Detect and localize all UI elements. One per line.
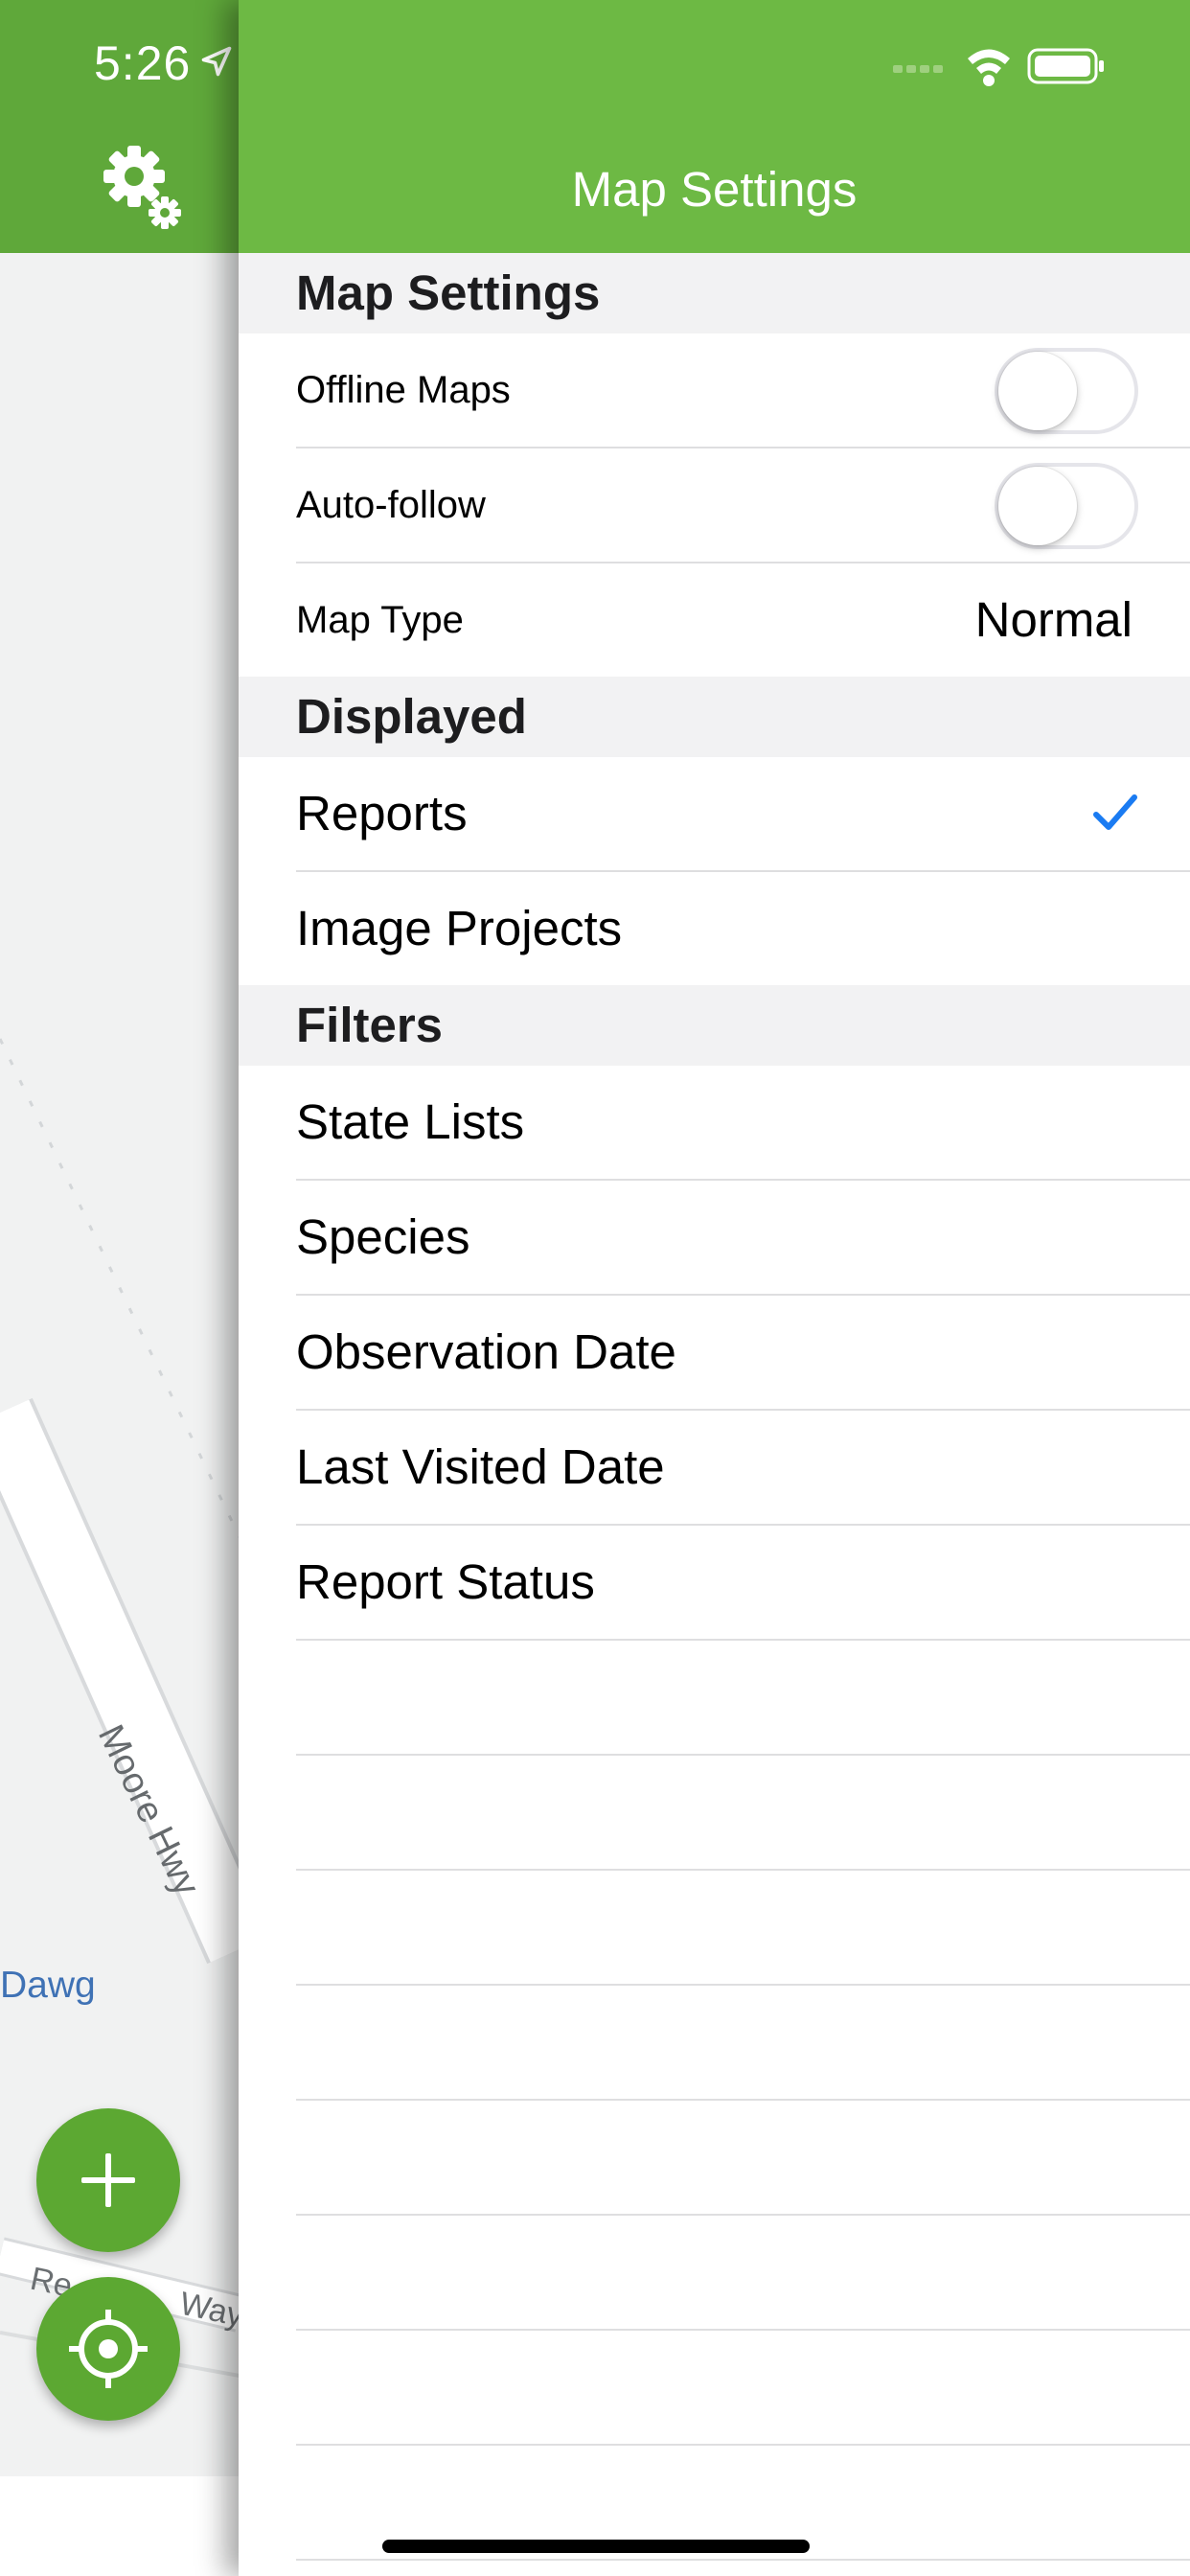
status-time: 5:26: [94, 36, 192, 90]
row-state-lists[interactable]: State Lists: [296, 1066, 1190, 1181]
row-label: Reports: [296, 786, 468, 840]
section-header-filters: Filters: [239, 985, 1190, 1066]
section-title: Displayed: [296, 689, 527, 744]
row-label: Map Type: [296, 599, 464, 641]
row-label: Image Projects: [296, 901, 623, 955]
settings-drawer: Map Settings Map Settings Offline Maps A…: [239, 0, 1190, 2576]
row-observation-date[interactable]: Observation Date: [296, 1296, 1190, 1411]
map-place-label: Dawg: [0, 1965, 96, 2006]
section-title: Map Settings: [296, 265, 601, 320]
row-offline-maps: Offline Maps: [296, 334, 1190, 448]
section-title: Filters: [296, 998, 444, 1052]
location-arrow-icon: [201, 46, 232, 77]
row-label: Observation Date: [296, 1324, 676, 1379]
row-label: Offline Maps: [296, 369, 511, 411]
battery-icon: [1027, 48, 1104, 84]
checkmark-icon: [1093, 794, 1137, 830]
map-type-value: Normal: [974, 592, 1133, 647]
row-map-type[interactable]: Map Type Normal: [296, 564, 1190, 677]
home-indicator[interactable]: [382, 2540, 810, 2553]
settings-button[interactable]: [100, 142, 186, 234]
row-species[interactable]: Species: [296, 1181, 1190, 1296]
map-footer: [0, 2476, 240, 2576]
add-report-button[interactable]: [36, 2108, 180, 2252]
plus-icon: [81, 2153, 135, 2207]
section-header-map-settings: Map Settings: [239, 253, 1190, 334]
drawer-header: Map Settings: [239, 0, 1190, 253]
row-label: Auto-follow: [296, 484, 486, 526]
signal-icon: [893, 65, 943, 73]
empty-row: [296, 1986, 1190, 2101]
section-header-displayed: Displayed: [239, 677, 1190, 757]
page-title: Map Settings: [571, 162, 858, 217]
row-label: Species: [296, 1209, 470, 1264]
empty-row: [296, 1641, 1190, 1756]
row-label: Last Visited Date: [296, 1439, 665, 1494]
gear-icon: [103, 146, 181, 229]
row-image-projects[interactable]: Image Projects: [296, 872, 1190, 985]
crosshair-icon: [69, 2310, 148, 2388]
toggle-knob: [998, 467, 1077, 545]
row-reports[interactable]: Reports: [296, 757, 1190, 872]
empty-row: [296, 2101, 1190, 2216]
row-auto-follow: Auto-follow: [296, 448, 1190, 564]
row-label: Report Status: [296, 1554, 595, 1609]
row-last-visited-date[interactable]: Last Visited Date: [296, 1411, 1190, 1526]
auto-follow-toggle[interactable]: [995, 463, 1138, 549]
row-label: State Lists: [296, 1094, 525, 1149]
offline-maps-toggle[interactable]: [995, 348, 1138, 434]
empty-row: [296, 1756, 1190, 1871]
row-report-status[interactable]: Report Status: [296, 1526, 1190, 1641]
toggle-knob: [998, 352, 1077, 430]
wifi-icon: [968, 49, 1010, 86]
locate-me-button[interactable]: [36, 2277, 180, 2421]
empty-row: [296, 1871, 1190, 1986]
empty-row: [296, 2216, 1190, 2331]
empty-row: [296, 2331, 1190, 2446]
status-icons: [893, 48, 1104, 86]
